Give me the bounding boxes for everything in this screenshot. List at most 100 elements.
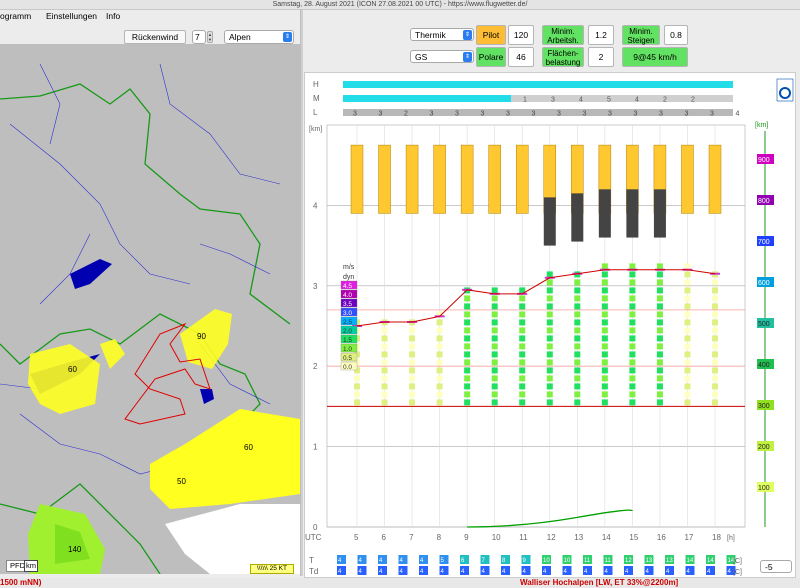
x-axis-tick: 8 [437, 533, 442, 542]
menu-item-info[interactable]: Info [106, 10, 120, 22]
legend-value: 0.5 [343, 355, 352, 362]
thermal-cell [684, 287, 691, 294]
left-axis-tick: 4 [313, 201, 318, 210]
thermal-cell [601, 391, 608, 398]
thermal-cell [409, 383, 416, 390]
polare-value[interactable]: 46 [508, 47, 534, 67]
map-view[interactable]: 60 90 60 50 140 [0, 44, 300, 574]
legend-value: 4.0 [343, 292, 352, 299]
split-divider[interactable] [300, 10, 303, 576]
rueckenwind-button[interactable]: Rückenwind [124, 30, 186, 44]
thermal-cell [436, 343, 443, 350]
thermal-cell [546, 359, 553, 366]
thermal-cell [409, 391, 416, 398]
glider-select-value: GS [415, 52, 428, 62]
flaechen-value[interactable]: 2 [588, 47, 614, 67]
thermal-cell [712, 375, 718, 382]
cloud-L-value: 3 [430, 111, 434, 118]
thermal-cell [629, 295, 636, 302]
cloud-L-value: 3 [634, 111, 638, 118]
thermal-cell [546, 271, 553, 278]
pilot-value[interactable]: 120 [508, 25, 534, 45]
thermal-cell [546, 335, 553, 342]
thermal-cell [601, 263, 608, 270]
map-label-60a: 60 [68, 365, 77, 374]
thermal-cell [464, 319, 471, 326]
thermal-cell [629, 391, 636, 398]
thermal-cell [656, 383, 663, 390]
bottom-Td-label: Td [309, 567, 318, 576]
thermal-cell [519, 343, 526, 350]
map-label-140: 140 [68, 545, 82, 554]
cloud-top-box [708, 144, 722, 214]
thermal-cell [381, 391, 388, 398]
cloud-L-value: 2 [404, 111, 408, 118]
thermal-cell [712, 359, 718, 366]
thermal-cell [629, 279, 636, 286]
mode-select-value: Thermik [415, 30, 446, 40]
glider-select[interactable]: GS ⇕ [410, 50, 474, 63]
region-select[interactable]: Alpen ⇕ [224, 30, 294, 44]
legend-value: 4.5 [343, 283, 352, 290]
thermal-cell [491, 311, 498, 318]
thermal-cell [712, 295, 718, 302]
T-value: 13 [666, 558, 673, 564]
cloud-top-box [350, 144, 364, 214]
thermal-cell [684, 263, 691, 270]
x-axis-tick: 16 [657, 533, 666, 542]
thermal-cell [684, 367, 691, 374]
thermal-cell [464, 367, 471, 374]
thermal-cell [546, 399, 553, 406]
thermal-cell [684, 319, 691, 326]
thermal-cell [656, 343, 663, 350]
thermal-cell [381, 343, 388, 350]
left-axis-tick: 1 [313, 443, 318, 452]
thermal-cell [574, 351, 581, 358]
thermal-cell [684, 399, 691, 406]
row-label-M: M [313, 94, 320, 103]
thermal-cell [436, 351, 443, 358]
cloud-top-box [460, 144, 474, 214]
thermal-cell [629, 367, 636, 374]
thermal-cell [519, 359, 526, 366]
thermal-cell [464, 391, 471, 398]
min-steigen-value[interactable]: 0.8 [664, 25, 688, 45]
thermal-cell [684, 375, 691, 382]
offset-input[interactable]: -5 [760, 560, 792, 573]
menu-item-einstellungen[interactable]: Einstellungen [46, 10, 97, 22]
thermal-cell [546, 383, 553, 390]
rueckenwind-stepper[interactable]: ▲ ▼ [207, 31, 213, 43]
menu-item-programm[interactable]: ogramm [0, 10, 31, 22]
cloud-L-value: 3 [455, 111, 459, 118]
thermal-cell [712, 351, 718, 358]
thermal-cell [491, 351, 498, 358]
thermal-cell [684, 383, 691, 390]
x-axis-tick: 17 [684, 533, 693, 542]
meteogram: H M L 1 3 4 5 4 2 2 3 3 2 3 3 3 3 3 3 3 3 3 3 3 3 4 0 1 2 3 4 [km] 5 6 7 8 9… [304, 72, 796, 578]
rueckenwind-value[interactable]: 7 [192, 30, 206, 44]
row-label-H: H [313, 80, 319, 89]
thermal-cell [656, 319, 663, 326]
thermal-cell [656, 311, 663, 318]
thermal-cell [574, 287, 581, 294]
thermal-cell [381, 375, 388, 382]
thermal-cell [574, 383, 581, 390]
cloud-L-value: 3 [583, 111, 587, 118]
cloud-top-box [515, 144, 529, 214]
km-button[interactable]: km [24, 560, 38, 572]
thermal-cell [574, 343, 581, 350]
T-value: 13 [646, 558, 653, 564]
thermal-cell [546, 311, 553, 318]
cloud-cumulus [571, 193, 584, 242]
right-axis-tick: 300 [758, 403, 770, 410]
status-bar: 1500 mNN) Walliser Hochalpen [LW, ET 33%… [0, 578, 800, 588]
thermal-cell [546, 327, 553, 334]
legend-value: 2.0 [343, 328, 352, 335]
min-arbeitsh-value[interactable]: 1.2 [588, 25, 614, 45]
thermal-cell [712, 319, 718, 326]
mode-select[interactable]: Thermik ⇕ [410, 28, 474, 41]
cloud-top-box [378, 144, 391, 214]
pilot-label: Pilot [476, 25, 506, 45]
x-axis-tick: 7 [409, 533, 414, 542]
map-label-50: 50 [177, 477, 186, 486]
